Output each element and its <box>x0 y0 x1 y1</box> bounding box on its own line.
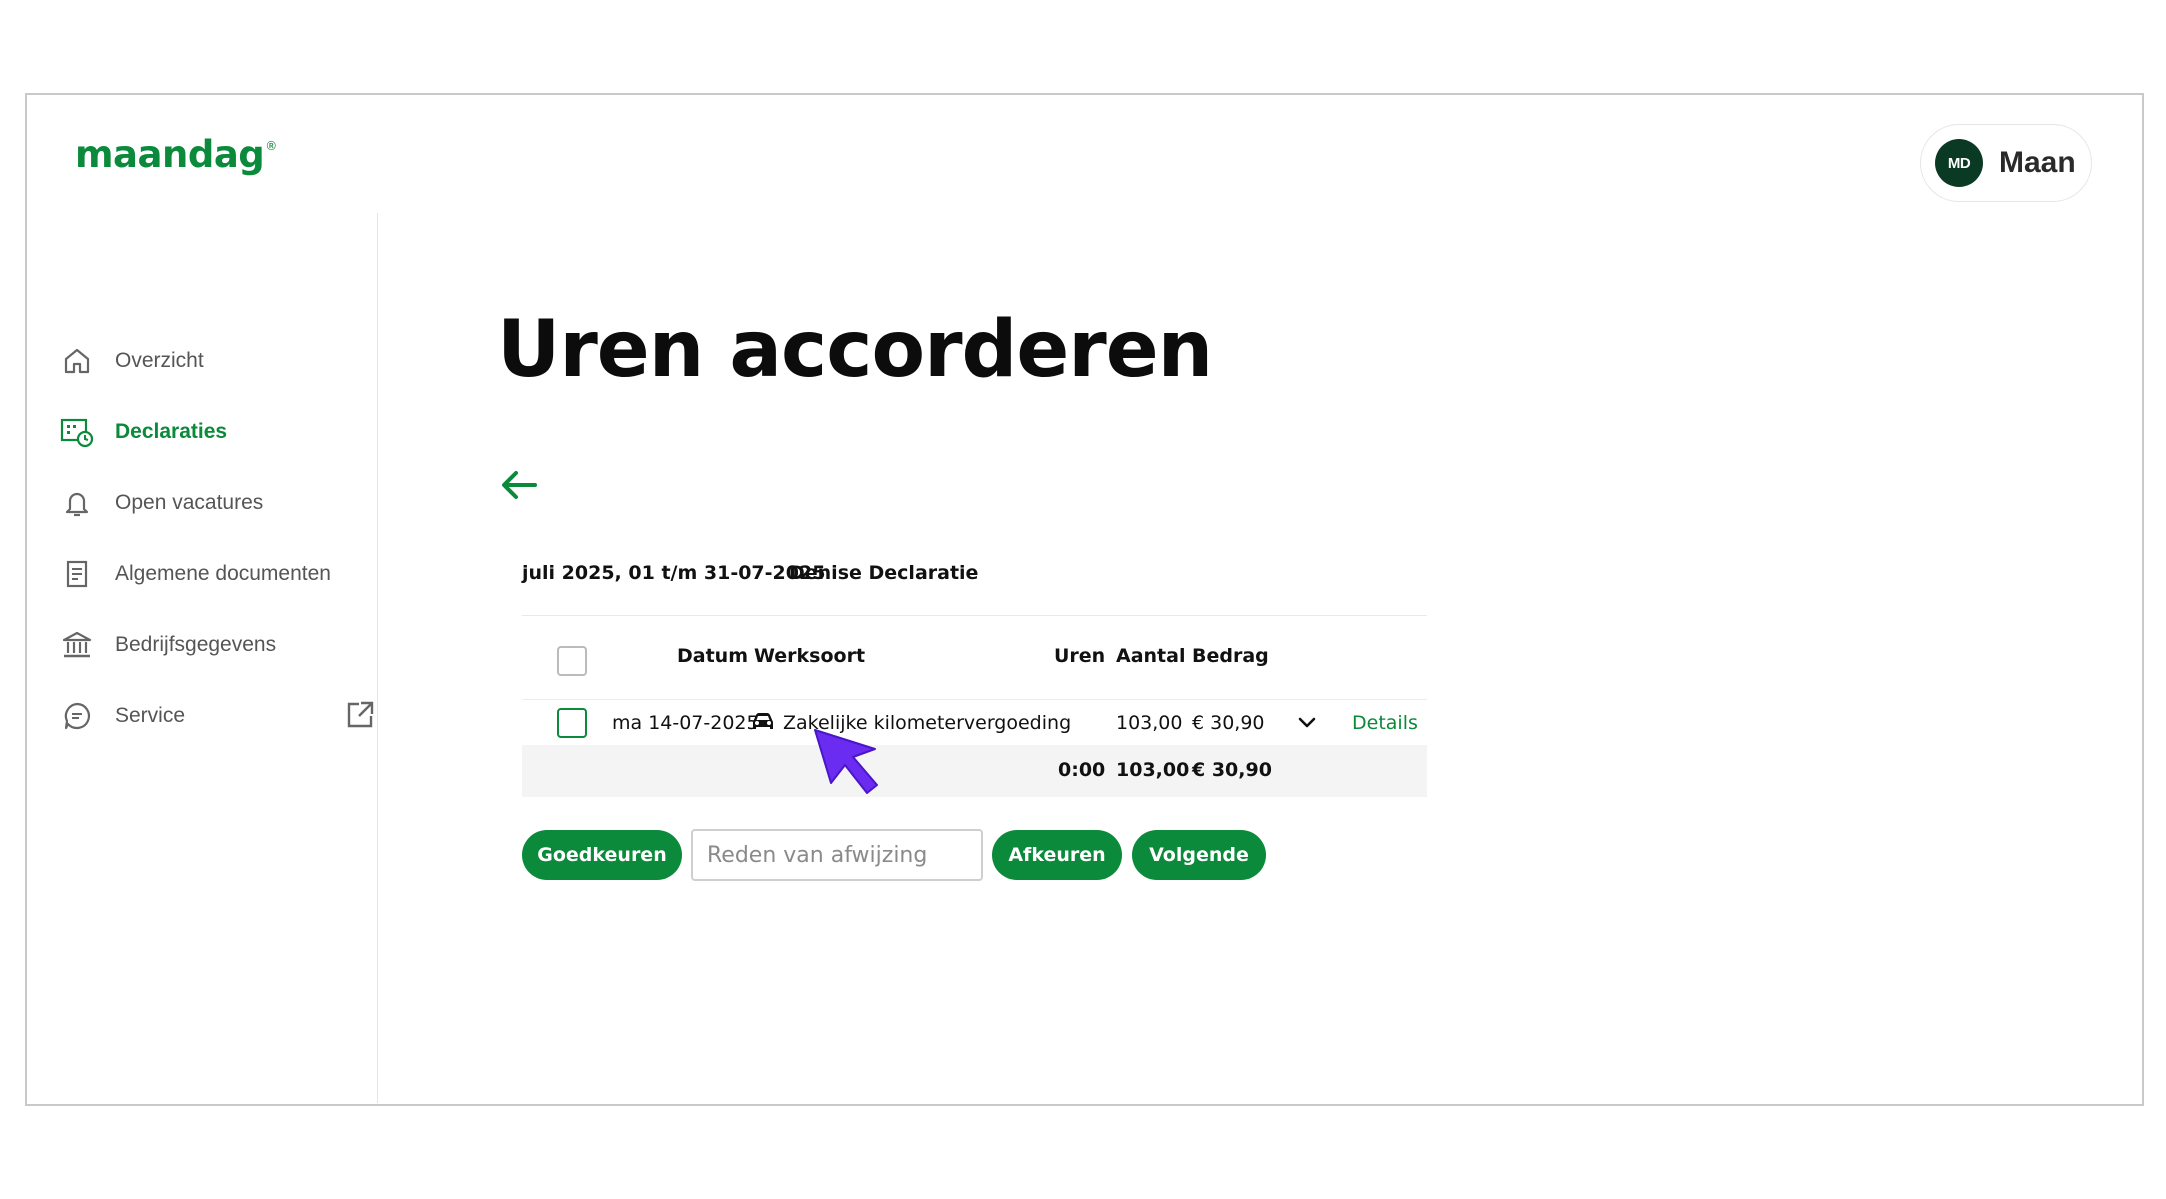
sidebar-item-bedrijfsgegevens[interactable]: Bedrijfsgegevens <box>60 625 375 665</box>
reject-button[interactable]: Afkeuren <box>992 830 1122 880</box>
avatar: MD <box>1935 139 1983 187</box>
total-uren: 0:00 <box>1058 759 1106 781</box>
bank-icon <box>60 628 94 662</box>
table-divider <box>522 699 1427 700</box>
logo-text: maandag <box>75 133 265 176</box>
row-aantal: 103,00 <box>1116 712 1183 734</box>
declarations-icon <box>60 415 94 449</box>
table-divider <box>522 615 1427 616</box>
sidebar-item-label: Open vacatures <box>115 491 264 514</box>
sidebar-item-label: Overzicht <box>115 349 204 372</box>
sidebar-item-label: Declaraties <box>115 420 228 443</box>
car-icon <box>750 711 776 733</box>
app-window: maandag® MD Maan Overzicht Declaraties O… <box>25 93 2144 1106</box>
total-aantal: 103,00 <box>1116 759 1190 781</box>
user-name: Maan <box>1999 146 2076 179</box>
logo-registered-mark: ® <box>265 139 277 153</box>
select-all-checkbox[interactable] <box>557 646 587 676</box>
document-icon <box>60 557 94 591</box>
sidebar-item-label: Bedrijfsgegevens <box>115 633 277 656</box>
sidebar-item-label: Algemene documenten <box>115 562 331 585</box>
sidebar-item-label: Service <box>115 704 186 727</box>
sidebar-item-overzicht[interactable]: Overzicht <box>60 341 375 381</box>
declarant-name: Denise Declaratie <box>789 562 979 584</box>
column-header-datum: Datum <box>677 645 748 667</box>
sidebar-item-algemene-documenten[interactable]: Algemene documenten <box>60 554 375 594</box>
user-menu-button[interactable]: MD Maan <box>1920 124 2092 202</box>
external-link-icon <box>345 700 375 736</box>
totals-row <box>522 745 1427 797</box>
row-werksoort: Zakelijke kilometervergoeding <box>783 712 1072 734</box>
sidebar-item-service[interactable]: Service <box>60 696 375 736</box>
next-button[interactable]: Volgende <box>1132 830 1266 880</box>
column-header-werksoort: Werksoort <box>754 645 866 667</box>
page-title: Uren accorderen <box>497 305 1213 395</box>
chat-icon <box>60 699 94 733</box>
approve-button[interactable]: Goedkeuren <box>522 830 682 880</box>
maandag-logo[interactable]: maandag® <box>75 133 277 176</box>
sidebar-item-open-vacatures[interactable]: Open vacatures <box>60 483 375 523</box>
column-header-aantal: Aantal <box>1116 645 1186 667</box>
bell-icon <box>60 486 94 520</box>
sidebar: Overzicht Declaraties Open vacatures Alg… <box>27 213 378 1103</box>
row-datum: ma 14-07-2025 <box>612 712 759 734</box>
column-header-uren: Uren <box>1054 645 1106 667</box>
back-arrow-icon[interactable] <box>499 467 539 503</box>
declaration-period: juli 2025, 01 t/m 31-07-2025 <box>522 562 826 584</box>
sidebar-item-declaraties[interactable]: Declaraties <box>60 412 375 452</box>
column-header-bedrag: Bedrag <box>1192 645 1269 667</box>
row-checkbox[interactable] <box>557 708 587 738</box>
row-bedrag: € 30,90 <box>1192 712 1265 734</box>
rejection-reason-input[interactable] <box>691 829 983 881</box>
details-link[interactable]: Details <box>1352 712 1418 734</box>
chevron-down-icon[interactable] <box>1297 715 1317 731</box>
total-bedrag: € 30,90 <box>1192 759 1272 781</box>
home-icon <box>60 344 94 378</box>
